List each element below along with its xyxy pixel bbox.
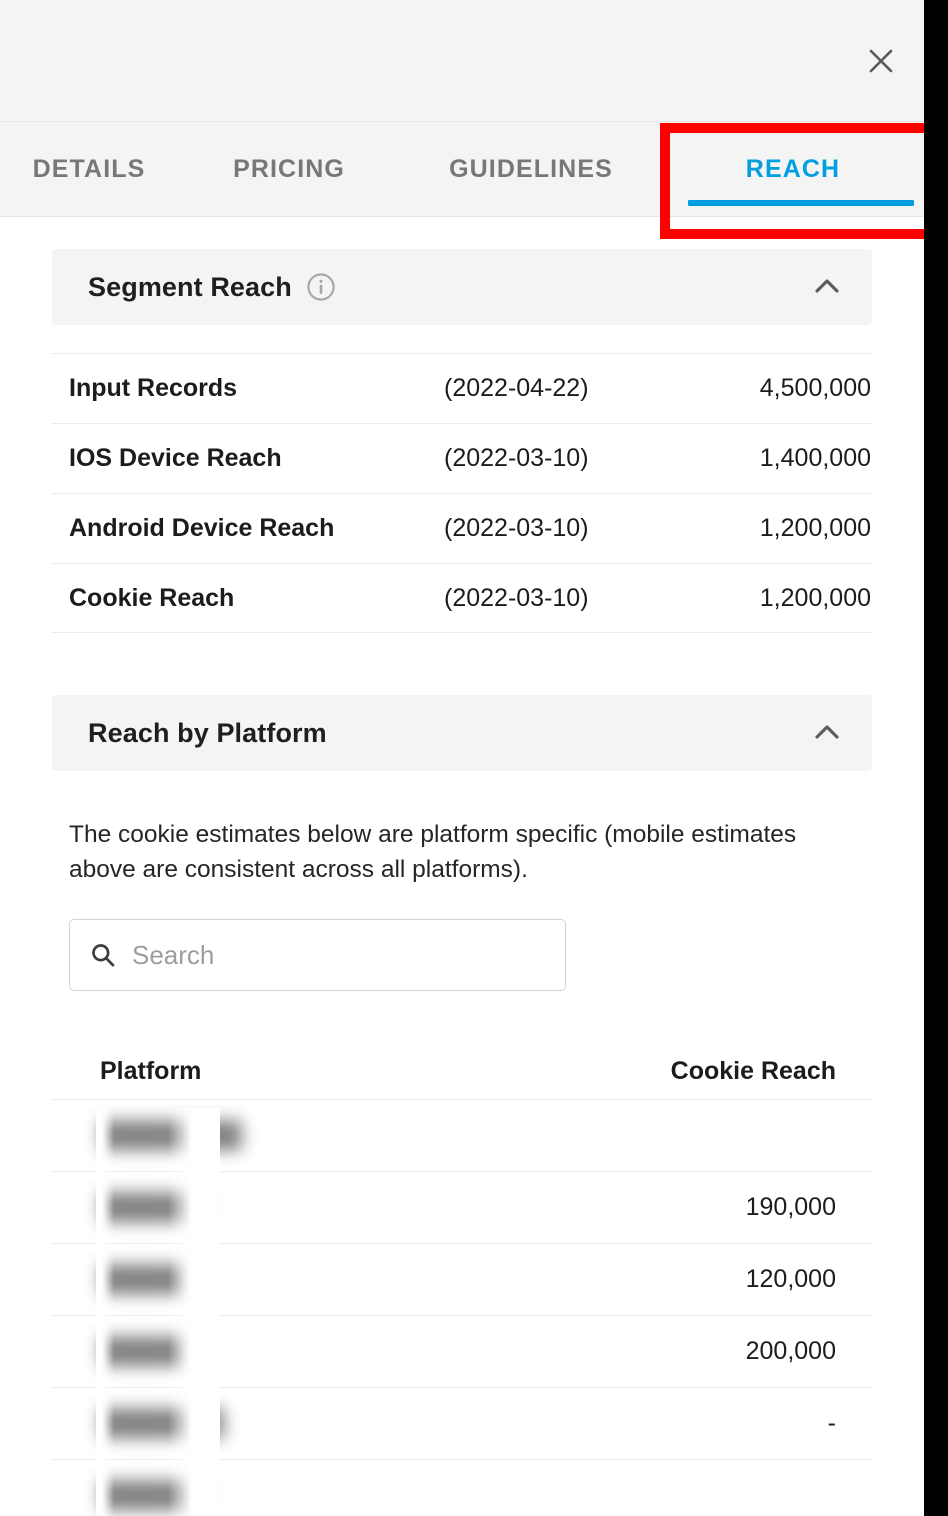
tab-guidelines-label: GUIDELINES: [449, 154, 613, 183]
platform-table: Platform Cookie Reach ████████ ██████ 19…: [52, 1043, 872, 1516]
close-icon: [869, 49, 893, 73]
platform-name: ██████: [100, 1193, 207, 1222]
platform-name: ██████: [100, 1481, 207, 1510]
tab-guidelines[interactable]: GUIDELINES: [400, 122, 662, 216]
reach-date: (2022-04-22): [444, 374, 589, 402]
table-row[interactable]: ██████ 190,000: [52, 1171, 872, 1243]
modal-header: [0, 0, 924, 122]
reach-date: (2022-03-10): [444, 583, 589, 612]
table-row[interactable]: ██████: [52, 1459, 872, 1516]
search-icon: [90, 942, 116, 968]
platform-table-header: Platform Cookie Reach: [52, 1043, 872, 1099]
tab-reach[interactable]: REACH: [662, 122, 924, 216]
search-input[interactable]: [132, 939, 545, 971]
tab-active-underline: [688, 200, 914, 206]
reach-by-platform-title: Reach by Platform: [88, 717, 327, 748]
reach-value: 1,400,000: [759, 444, 871, 472]
reach-by-platform-section-header[interactable]: Reach by Platform: [52, 695, 872, 771]
platform-value: 190,000: [745, 1193, 836, 1222]
chevron-up-icon[interactable]: [810, 716, 844, 750]
table-row: Cookie Reach (2022-03-10) 1,200,000: [52, 563, 872, 633]
info-icon[interactable]: [306, 272, 336, 302]
app-screen: DETAILS PRICING GUIDELINES REACH Segment…: [0, 0, 948, 1516]
table-row[interactable]: ███████ -: [52, 1387, 872, 1459]
table-row[interactable]: █████ 120,000: [52, 1243, 872, 1315]
table-row: IOS Device Reach (2022-03-10) 1,400,000: [52, 423, 872, 493]
tab-details[interactable]: DETAILS: [0, 122, 178, 216]
column-header-platform: Platform: [100, 1056, 202, 1085]
column-header-cookie-reach: Cookie Reach: [670, 1056, 836, 1085]
platform-note: The cookie estimates below are platform …: [69, 821, 797, 884]
reach-label: Android Device Reach: [69, 514, 335, 542]
reach-value: 1,200,000: [759, 514, 871, 542]
tab-details-label: DETAILS: [32, 154, 146, 183]
platform-value: 120,000: [745, 1265, 836, 1294]
table-row: Input Records (2022-04-22) 4,500,000: [52, 353, 872, 423]
platform-name: █████: [100, 1337, 189, 1366]
reach-date: (2022-03-10): [444, 514, 589, 542]
table-row[interactable]: ████████: [52, 1099, 872, 1171]
segment-reach-title: Segment Reach: [88, 271, 292, 302]
reach-value: 1,200,000: [759, 583, 871, 612]
platform-name: █████: [100, 1265, 189, 1294]
platform-name: ███████: [100, 1409, 224, 1438]
table-row: Android Device Reach (2022-03-10) 1,200,…: [52, 493, 872, 563]
reach-label: IOS Device Reach: [69, 444, 282, 472]
platform-name: ████████: [100, 1121, 242, 1150]
reach-label: Cookie Reach: [69, 583, 235, 612]
page-title: [50, 40, 670, 84]
table-row[interactable]: █████ 200,000: [52, 1315, 872, 1387]
segment-reach-list: Input Records (2022-04-22) 4,500,000 IOS…: [52, 353, 872, 633]
reach-label: Input Records: [69, 374, 238, 402]
reach-modal-dialog: DETAILS PRICING GUIDELINES REACH Segment…: [0, 0, 924, 1516]
reach-value: 4,500,000: [759, 374, 871, 402]
tab-bar: DETAILS PRICING GUIDELINES REACH: [0, 122, 924, 217]
search-box[interactable]: [69, 919, 566, 992]
segment-reach-section-header[interactable]: Segment Reach: [52, 249, 872, 325]
platform-value: -: [827, 1409, 836, 1438]
tab-pricing-label: PRICING: [233, 154, 345, 183]
platform-value: 200,000: [745, 1337, 836, 1366]
chevron-up-icon[interactable]: [810, 270, 844, 304]
reach-date: (2022-03-10): [444, 444, 589, 472]
tab-pricing[interactable]: PRICING: [178, 122, 400, 216]
right-gutter: [924, 0, 948, 1516]
tab-reach-label: REACH: [745, 154, 841, 183]
close-button[interactable]: [858, 38, 904, 84]
modal-body: Segment Reach Input Records (2022-04-22)…: [0, 249, 924, 1516]
